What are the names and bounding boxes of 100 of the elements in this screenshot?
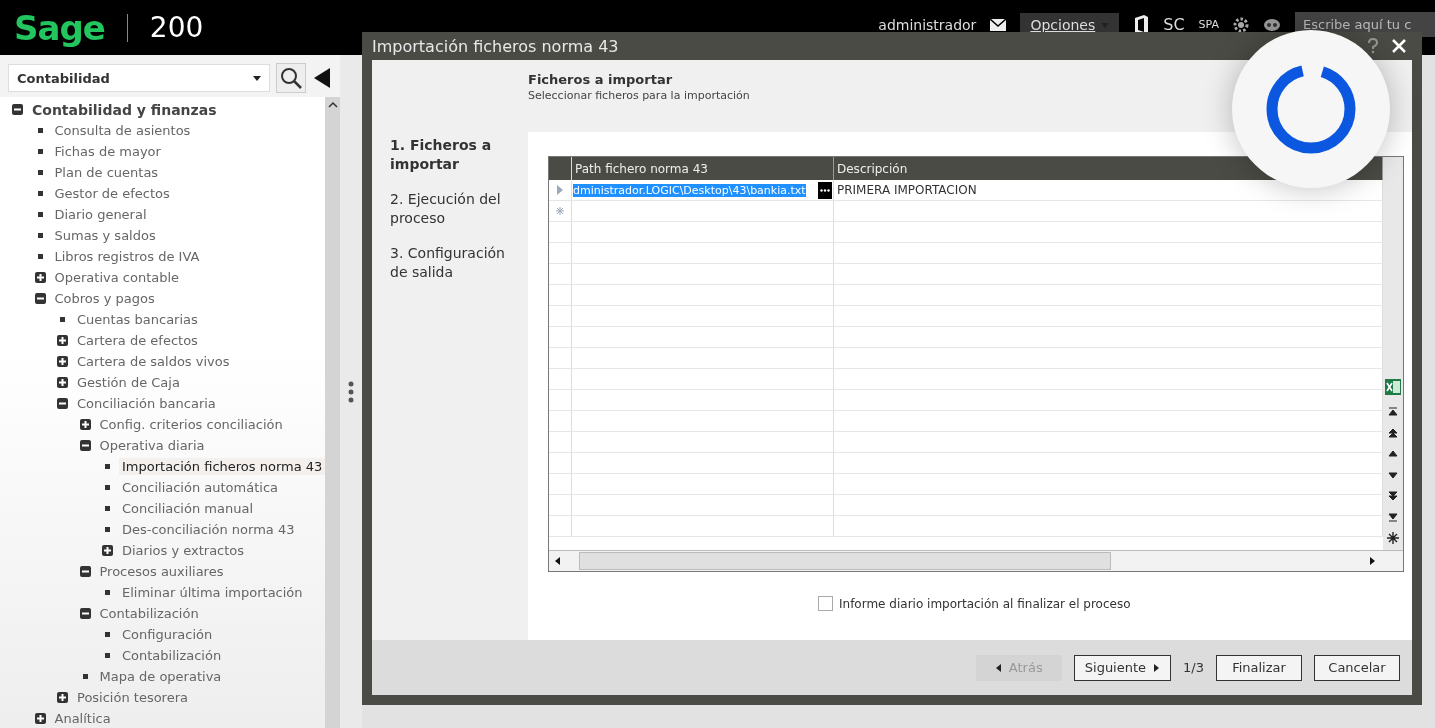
collapse-icon[interactable] <box>79 608 91 619</box>
section-subtitle: Seleccionar ficheros para la importación <box>528 89 751 102</box>
table-cell: PRIMERA IMPORTACION <box>837 183 977 197</box>
tree-item[interactable]: Configuración <box>119 626 216 643</box>
expand-icon[interactable] <box>79 419 91 430</box>
tree-item[interactable]: Contabilidad y finanzas <box>29 100 220 119</box>
search-button[interactable] <box>276 63 306 93</box>
tree-item[interactable]: Cobros y pagos <box>51 290 158 307</box>
collapse-icon[interactable] <box>79 566 91 577</box>
tree-item[interactable]: Fichas de mayor <box>51 143 164 160</box>
tree-item[interactable]: Cartera de efectos <box>74 332 201 349</box>
excel-icon[interactable] <box>1385 379 1401 395</box>
company-code[interactable]: SC <box>1163 15 1185 34</box>
expand-icon[interactable] <box>57 356 68 367</box>
arrow-icon <box>1387 469 1399 481</box>
wizard-step[interactable]: 2. Ejecución del proceso <box>390 190 510 228</box>
bullet-icon <box>102 650 113 661</box>
path-field[interactable]: dministrador.LOGIC\Desktop\43\bankia.txt <box>573 183 806 197</box>
left-arrow-icon <box>994 663 1003 672</box>
page-indicator: 1/3 <box>1183 660 1204 675</box>
product-name: 200 <box>149 11 204 44</box>
tree-item[interactable]: Cartera de saldos vivos <box>74 353 233 370</box>
scrollbar[interactable] <box>325 97 340 728</box>
tree-item[interactable]: Gestión de Caja <box>74 374 183 391</box>
tree-item[interactable]: Sumas y saldos <box>51 227 159 244</box>
expand-icon[interactable] <box>34 713 46 724</box>
tree-item[interactable]: Conciliación automática <box>119 479 281 496</box>
arrow-icon <box>1387 406 1399 418</box>
tree-item[interactable]: Operativa contable <box>51 269 183 286</box>
expand-icon[interactable] <box>57 377 68 388</box>
section-title: Ficheros a importar <box>528 72 674 87</box>
bullet-icon <box>57 314 68 325</box>
tree-item[interactable]: Des-conciliación norma 43 <box>119 521 298 538</box>
bullet-icon <box>102 482 113 493</box>
close-icon[interactable] <box>1392 39 1406 53</box>
bullet-icon <box>102 461 113 472</box>
tree-item[interactable]: Config. criterios conciliación <box>96 416 286 433</box>
arrow-icon <box>1387 427 1399 439</box>
horizontal-scrollbar[interactable] <box>549 550 1403 571</box>
expand-icon[interactable] <box>34 272 46 283</box>
language-code[interactable]: SPA <box>1198 18 1219 31</box>
row-pointer-icon <box>557 185 563 195</box>
collapse-icon[interactable] <box>57 398 68 409</box>
collapse-icon[interactable] <box>34 293 46 304</box>
tree-item[interactable]: Consulta de asientos <box>51 122 194 139</box>
arrow-icon <box>1387 448 1399 460</box>
scroll-up-icon[interactable] <box>327 101 338 109</box>
tree-item[interactable]: Contabilización <box>96 605 202 622</box>
arrow-icon <box>1387 511 1399 523</box>
tree-item[interactable]: Eliminar última importación <box>119 584 306 601</box>
tree-item[interactable]: Diario general <box>51 206 150 223</box>
expand-icon[interactable] <box>57 335 68 346</box>
bullet-icon <box>102 587 113 598</box>
checkbox-label: Informe diario importación al finalizar el proceso <box>839 596 1131 611</box>
tree-item[interactable]: Importación ficheros norma 43 <box>119 458 326 475</box>
expand-icon[interactable] <box>57 692 68 703</box>
logo: Sage <box>14 7 105 48</box>
right-arrow-icon <box>1152 663 1161 672</box>
user-name[interactable]: administrador <box>878 16 977 33</box>
asterisk-icon <box>1387 532 1399 544</box>
tree-item[interactable]: Cuentas bancarias <box>74 311 201 328</box>
tree-item[interactable]: Procesos auxiliares <box>96 563 227 580</box>
search-icon <box>280 67 302 89</box>
next-button[interactable]: Siguiente <box>1073 654 1172 681</box>
wizard-step[interactable]: 3. Configuración de salida <box>390 244 510 282</box>
tree-item[interactable]: Diarios y extractos <box>119 542 248 559</box>
caret-icon <box>253 74 261 82</box>
tree-item[interactable]: Conciliación manual <box>119 500 256 517</box>
wizard-step[interactable]: 1. Ficheros a importar <box>390 136 510 174</box>
tree-item[interactable]: Gestor de efectos <box>51 185 173 202</box>
new-record-button[interactable] <box>1385 530 1401 546</box>
ellipsis-icon <box>820 188 830 192</box>
dialog-title: Importación ficheros norma 43 <box>372 36 619 56</box>
bullet-icon <box>102 629 113 640</box>
tree-item[interactable]: Contabilización <box>119 647 225 664</box>
tree-item[interactable]: Operativa diaria <box>96 437 208 454</box>
tree-item[interactable]: Posición tesorera <box>74 689 191 706</box>
tree-item[interactable]: Mapa de operativa <box>96 668 225 685</box>
collapse-icon[interactable] <box>79 440 91 451</box>
bullet-icon <box>102 524 113 535</box>
scroll-right-icon[interactable] <box>1367 556 1377 566</box>
tree-item[interactable]: Plan de cuentas <box>51 164 162 181</box>
cancel-button[interactable]: Cancelar <box>1314 654 1400 681</box>
finish-button[interactable]: Finalizar <box>1216 654 1302 681</box>
collapse-icon[interactable] <box>12 104 23 115</box>
tree-item[interactable]: Libros registros de IVA <box>51 248 203 265</box>
scroll-left-icon[interactable] <box>553 556 563 566</box>
new-row-icon <box>556 207 564 215</box>
arrow-icon <box>1387 490 1399 502</box>
module-select[interactable]: Contabilidad <box>8 64 270 92</box>
expand-icon[interactable] <box>102 545 113 556</box>
collapse-sidebar-icon[interactable] <box>312 67 332 89</box>
gear-icon[interactable] <box>1233 16 1249 33</box>
mail-icon[interactable] <box>990 18 1007 31</box>
splitter-handle-icon[interactable] <box>348 380 354 403</box>
checkbox[interactable] <box>818 596 833 611</box>
tree-item[interactable]: Analítica <box>51 710 114 727</box>
browse-button[interactable] <box>818 181 832 199</box>
column-header[interactable]: Path fichero norma 43 <box>572 157 834 180</box>
tree-item[interactable]: Conciliación bancaria <box>74 395 219 412</box>
